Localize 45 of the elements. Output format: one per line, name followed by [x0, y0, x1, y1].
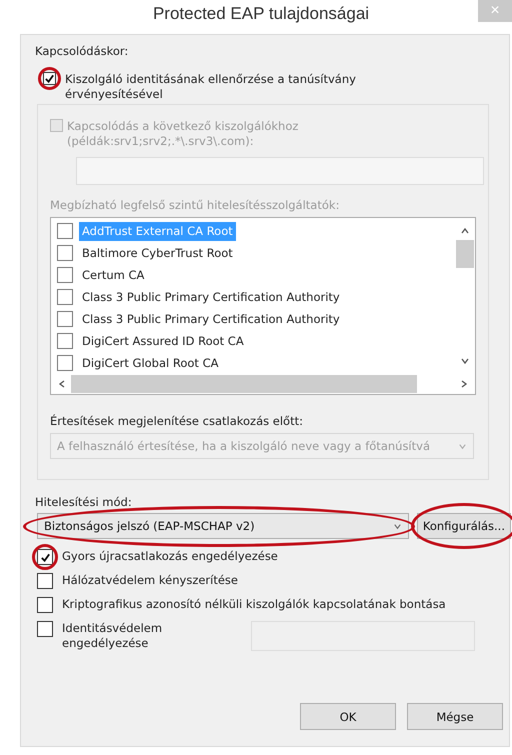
dropdown-label: Értesítések megjelenítése csatlakozás előtt:: [50, 413, 303, 429]
checkbox[interactable]: [37, 621, 53, 637]
auth-method-dropdown[interactable]: Biztonságos jelszó (EAP-MSCHAP v2): [37, 513, 409, 539]
list-item[interactable]: DigiCert Assured ID Root CA: [79, 332, 247, 350]
configure-button[interactable]: Konfigurálás...: [416, 513, 511, 539]
list-item[interactable]: Class 3 Public Primary Certification Authority: [79, 310, 343, 328]
checkbox-label: Gyors újracsatlakozás engedélyezése: [62, 549, 278, 564]
scroll-down-icon[interactable]: [460, 356, 470, 366]
chevron-down-icon: [392, 522, 402, 530]
checkbox[interactable]: [57, 289, 73, 305]
section-label: Kapcsolódáskor:: [35, 43, 128, 59]
checkmark-icon: [44, 73, 55, 84]
checkbox-label: Hálózatvédelem kényszerítése: [62, 573, 238, 588]
checkbox[interactable]: [57, 245, 73, 261]
checkbox[interactable]: [57, 355, 73, 371]
checkbox[interactable]: [57, 267, 73, 283]
checkbox[interactable]: [37, 573, 53, 589]
certificate-list[interactable]: [50, 217, 476, 395]
server-field[interactable]: [76, 157, 484, 185]
checkbox[interactable]: [43, 72, 56, 85]
scroll-left-icon[interactable]: [57, 379, 67, 389]
list-item[interactable]: Class 3 Public Primary Certification Authority: [79, 288, 343, 306]
section-label: Hitelesítési mód:: [35, 494, 132, 510]
list-item[interactable]: DigiCert Global Root CA: [79, 354, 222, 372]
list-label: Megbízható legfelső szintű hitelesítésszolgáltatók:: [50, 197, 340, 213]
checkmark-icon: [40, 552, 50, 562]
scrollbar-thumb[interactable]: [456, 240, 474, 268]
checkbox-label: Kriptografikus azonosító nélküli kiszolgálók kapcsolatának bontása: [62, 597, 446, 612]
ok-button[interactable]: OK: [300, 703, 396, 730]
checkbox[interactable]: [37, 597, 53, 613]
scrollbar-thumb[interactable]: [71, 375, 417, 393]
list-item[interactable]: Baltimore CyberTrust Root: [79, 244, 236, 262]
checkbox-label: Identitásvédelem engedélyezése: [62, 621, 164, 651]
checkbox[interactable]: [37, 549, 53, 565]
scroll-up-icon[interactable]: [460, 226, 470, 236]
cancel-button[interactable]: Mégse: [407, 703, 503, 730]
checkbox-label: Kapcsolódás a következő kiszolgálókhoz (példák:srv1;srv2;.*\.srv3\.com):: [67, 119, 300, 149]
window-title: Protected EAP tulajdonságai: [152, 4, 370, 24]
scroll-right-icon[interactable]: [459, 379, 469, 389]
chevron-down-icon: [458, 442, 467, 450]
checkbox[interactable]: [57, 333, 73, 349]
list-item[interactable]: Certum CA: [79, 266, 148, 284]
checkbox[interactable]: [57, 223, 73, 239]
checkbox[interactable]: [57, 311, 73, 327]
checkbox-label: Kiszolgáló identitásának ellenőrzése a tanúsítvány érvényesítésével: [65, 72, 357, 102]
